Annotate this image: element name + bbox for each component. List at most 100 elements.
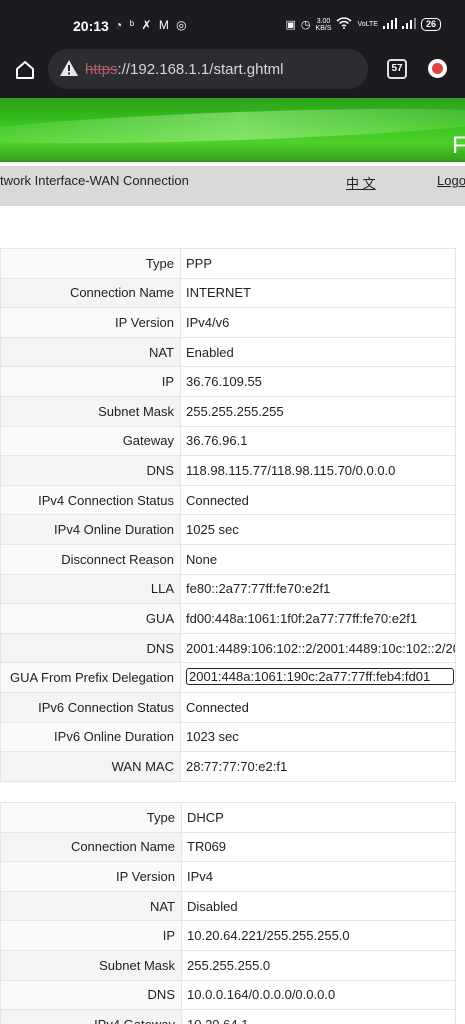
- url-text[interactable]: https://192.168.1.1/start.ghtml: [85, 61, 283, 78]
- url-path: ://192.168.1.1/start.ghtml: [117, 61, 284, 78]
- table-row: IPv6 Connection Status Connected: [0, 691, 456, 723]
- field-value: 1025 sec: [180, 514, 456, 545]
- banner-logo-letter: F: [452, 132, 465, 159]
- field-label: IP Version: [0, 307, 181, 338]
- field-label: IPv6 Connection Status: [0, 691, 181, 723]
- field-label: GUA: [0, 603, 181, 634]
- wan-connection-table-internet: Type PPP Connection Name INTERNET IP Version…: [0, 248, 456, 782]
- table-row: WAN MAC 28:77:77:70:e2:f1: [0, 751, 456, 782]
- field-value: INTERNET: [180, 277, 456, 309]
- signal-icon: [382, 17, 397, 32]
- field-value: 10.20.64.1: [181, 1009, 456, 1024]
- field-label: WAN MAC: [0, 751, 181, 782]
- field-value: 10.0.0.164/0.0.0.0/0.0.0.0: [181, 979, 456, 1011]
- tabs-button[interactable]: 57: [387, 59, 407, 79]
- table-row: DNS 10.0.0.164/0.0.0.0/0.0.0.0: [0, 979, 456, 1011]
- table-row: IP Version IPv4: [0, 861, 456, 892]
- nfc-icon: ▣: [285, 19, 296, 31]
- field-value: PPP: [180, 248, 456, 279]
- field-value: None: [180, 543, 456, 575]
- home-button[interactable]: [12, 57, 38, 83]
- field-label: Connection Name: [0, 277, 181, 309]
- field-value: 36.76.109.55: [180, 366, 456, 397]
- table-row: Connection Name INTERNET: [0, 277, 456, 309]
- field-value: Disabled: [181, 890, 456, 922]
- router-banner: F: [0, 98, 465, 162]
- field-label: Gateway: [0, 425, 181, 457]
- status-time: 20:13: [73, 18, 109, 34]
- table-row: IPv4 Gateway10.20.64.1: [0, 1009, 456, 1024]
- field-value: IPv4: [181, 861, 456, 892]
- home-icon: [16, 61, 34, 79]
- table-row: IPv4 Online Duration 1025 sec: [0, 514, 456, 545]
- field-value: 36.76.96.1: [180, 425, 456, 457]
- field-label: IP Version: [0, 861, 182, 892]
- field-label: NAT: [0, 336, 181, 368]
- table-row: GUA From Prefix Delegation 2001:448a:1061…: [0, 662, 456, 693]
- extension-icon[interactable]: [428, 59, 447, 78]
- address-bar[interactable]: https://192.168.1.1/start.ghtml: [48, 49, 368, 89]
- field-value: Connected: [180, 484, 456, 516]
- field-label: IPv6 Online Duration: [0, 721, 181, 753]
- table-row: Type DHCP: [0, 802, 456, 833]
- wifi-icon: [336, 17, 352, 32]
- status-indicators: ▣ ◷ 3.00 KB/S VoLTE 26: [286, 17, 441, 32]
- url-scheme: https: [85, 61, 118, 78]
- field-label: IPv4 Connection Status: [0, 484, 181, 516]
- field-value: Enabled: [180, 336, 456, 368]
- field-value: 2001:4489:106:102::2/2001:4489:10c:102::…: [180, 632, 456, 664]
- field-label: DNS: [0, 632, 181, 664]
- field-label: Type: [0, 802, 182, 833]
- field-value: 2001:448a:1061:190c:2a77:77ff:feb4:fd01: [180, 662, 456, 693]
- field-value: 118.98.115.77/118.98.115.70/0.0.0.0: [180, 455, 456, 486]
- field-label: IP: [0, 920, 182, 951]
- field-label: Disconnect Reason: [0, 543, 181, 575]
- table-row: GUA fd00:448a:1061:1f0f:2a77:77ff:fe70:e2…: [0, 603, 456, 634]
- net-speed-unit: KB/S: [315, 24, 332, 32]
- table-row: Gateway 36.76.96.1: [0, 425, 456, 457]
- table-row: Subnet Mask 255.255.255.255: [0, 395, 456, 427]
- table-row: IP 36.76.109.55: [0, 366, 456, 397]
- field-value: IPv4/v6: [180, 307, 456, 338]
- language-link[interactable]: 中 文: [346, 173, 376, 192]
- field-label: LLA: [0, 573, 181, 605]
- wan-connection-table-tr069: Type DHCP Connection Name TR069 IP Version IP…: [0, 802, 456, 1024]
- field-label: GUA From Prefix Delegation: [0, 662, 181, 693]
- status-bar: 20:13 ◔ ᵇ ✗ M ◎ ▣ ◷ 3.00 KB/S VoLTE 26: [0, 0, 465, 50]
- volte-label: VoLTE: [357, 21, 378, 28]
- table-row: DNS 118.98.115.77/118.98.115.70/0.0.0.0: [0, 455, 456, 486]
- field-value: DHCP: [181, 802, 456, 833]
- field-value: 255.255.255.255: [180, 395, 456, 427]
- field-value: 1023 sec: [180, 721, 456, 753]
- field-value: fd00:448a:1061:1f0f:2a77:77ff:fe70:e2f1: [180, 603, 456, 634]
- table-row: NAT Disabled: [0, 890, 456, 922]
- page-title: twork Interface-WAN Connection: [0, 173, 189, 188]
- field-label: Subnet Mask: [0, 949, 182, 981]
- field-label: NAT: [0, 890, 182, 922]
- field-value: TR069: [181, 831, 456, 863]
- table-row: IP 10.20.64.221/255.255.255.0: [0, 920, 456, 951]
- table-row: IP Version IPv4/v6: [0, 307, 456, 338]
- field-label: IPv4 Gateway: [0, 1009, 182, 1024]
- notification-icons: ◔ ᵇ ✗ M ◎: [115, 18, 189, 32]
- field-label: Type: [0, 248, 181, 279]
- signal-icon-2: [401, 17, 416, 32]
- field-label: Connection Name: [0, 831, 182, 863]
- field-label: IP: [0, 366, 181, 397]
- field-value: 255.255.255.0: [181, 949, 456, 981]
- field-value: 10.20.64.221/255.255.255.0: [181, 920, 456, 951]
- table-row: IPv4 Connection Status Connected: [0, 484, 456, 516]
- battery-icon: 26: [420, 18, 441, 31]
- selected-value[interactable]: 2001:448a:1061:190c:2a77:77ff:feb4:fd01: [186, 667, 454, 685]
- field-value: 28:77:77:70:e2:f1: [180, 751, 456, 782]
- logout-link[interactable]: Logo: [437, 173, 465, 188]
- field-label: IPv4 Online Duration: [0, 514, 181, 545]
- field-value: Connected: [180, 691, 456, 723]
- field-label: Subnet Mask: [0, 395, 181, 427]
- net-speed: 3.00 KB/S: [316, 18, 332, 32]
- browser-toolbar: https://192.168.1.1/start.ghtml 57: [0, 45, 465, 98]
- warning-icon[interactable]: [59, 59, 79, 77]
- table-row: LLA fe80::2a77:77ff:fe70:e2f1: [0, 573, 456, 605]
- table-row: Connection Name TR069: [0, 831, 456, 863]
- field-label: DNS: [0, 979, 182, 1011]
